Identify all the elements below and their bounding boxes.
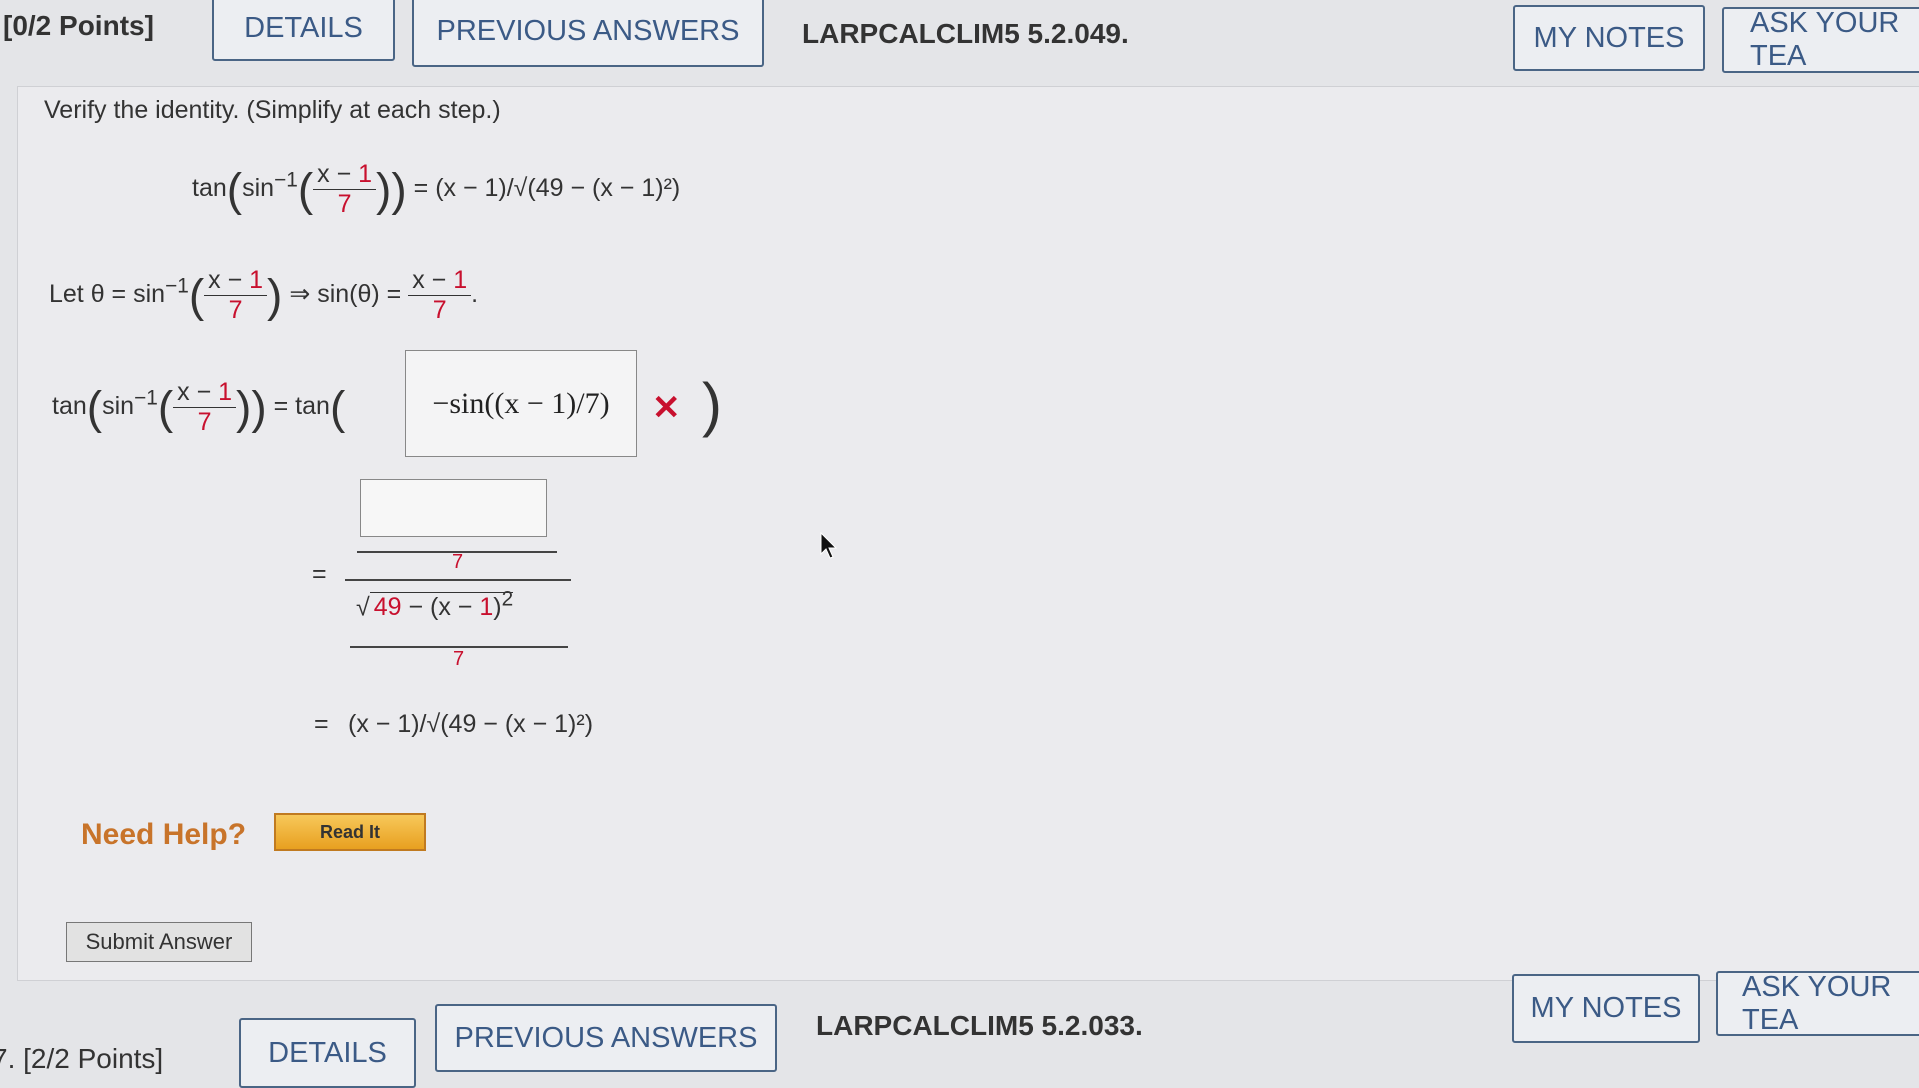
step1-answer-box[interactable]: −sin((x − 1)/7) xyxy=(405,350,637,457)
equals: = xyxy=(312,560,327,588)
equals: = xyxy=(314,710,329,738)
main-fraction-line xyxy=(345,579,571,581)
my-notes-button[interactable]: MY NOTES xyxy=(1513,5,1705,71)
read-it-button[interactable]: Read It xyxy=(274,813,426,851)
result-fraction: (x − 1)/√(49 − (x − 1)²) xyxy=(348,710,594,738)
next-my-notes-button[interactable]: MY NOTES xyxy=(1512,974,1700,1043)
denominator-denominator: 7 xyxy=(453,648,465,670)
numerator-denominator: 7 xyxy=(452,551,464,573)
next-previous-answers-button[interactable]: PREVIOUS ANSWERS xyxy=(435,1004,777,1072)
next-question-points: 7. [2/2 Points] xyxy=(0,1043,164,1074)
identity-rhs: (x − 1)/√(49 − (x − 1)²) xyxy=(435,174,681,203)
details-button[interactable]: DETAILS xyxy=(212,0,395,61)
ask-your-teacher-button[interactable]: ASK YOUR TEA xyxy=(1722,7,1919,73)
question-code: LARPCALCLIM5 5.2.049. xyxy=(802,18,1129,49)
submit-answer-button[interactable]: Submit Answer xyxy=(66,922,252,962)
incorrect-icon: ✕ xyxy=(652,389,681,427)
question-points: [0/2 Points] xyxy=(3,10,154,41)
mouse-cursor-icon xyxy=(820,532,838,559)
identity-equation: tan(sin−1(x − 1 7)) = (x − 1)/√(49 − (x −… xyxy=(192,160,681,218)
need-help-label: Need Help? xyxy=(81,818,247,851)
step1-lhs: tan(sin−1(x − 1 7)) = tan( xyxy=(52,378,346,436)
instruction: Verify the identity. (Simplify at each s… xyxy=(44,96,501,124)
step1-answer: −sin((x − 1)/7) xyxy=(432,386,610,420)
previous-answers-button[interactable]: PREVIOUS ANSWERS xyxy=(412,0,764,67)
next-details-button[interactable]: DETAILS xyxy=(239,1018,416,1088)
closing-paren: ) xyxy=(702,371,722,438)
next-ask-your-teacher-button[interactable]: ASK YOUR TEA xyxy=(1716,971,1919,1036)
step2-denominator-sqrt: √ 49 − (x − 1)2 xyxy=(356,588,514,622)
let-theta-line: Let θ = sin−1(x − 1 7) ⇒ sin(θ) = x − 17. xyxy=(49,266,479,324)
next-question-code: LARPCALCLIM5 5.2.033. xyxy=(816,1010,1143,1041)
step2-numerator-input[interactable] xyxy=(360,479,547,537)
